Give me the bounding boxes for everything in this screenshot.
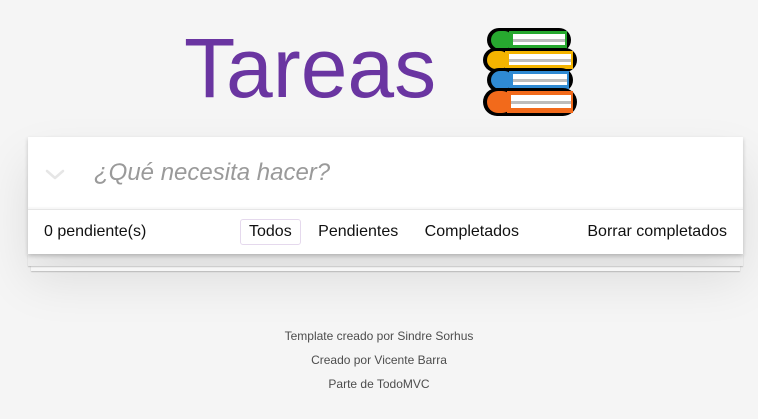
title-row: Tareas bbox=[0, 20, 758, 120]
todo-footer: 0 pendiente(s) Todos Pendientes Completa… bbox=[28, 210, 743, 254]
todo-count: 0 pendiente(s) bbox=[44, 223, 147, 240]
toggle-all-chevron-icon[interactable] bbox=[42, 161, 68, 187]
info-template-credit: Template creado por Sindre Sorhus bbox=[284, 329, 474, 343]
info-author-credit: Creado por Vicente Barra bbox=[311, 353, 447, 367]
filter-active[interactable]: Pendientes bbox=[309, 219, 407, 245]
filter-all[interactable]: Todos bbox=[240, 219, 301, 245]
books-icon bbox=[483, 28, 577, 116]
clear-completed-button[interactable]: Borrar completados bbox=[587, 223, 727, 241]
info-footer: Template creado por Sindre Sorhus Creado… bbox=[0, 324, 758, 396]
new-todo-input[interactable] bbox=[88, 137, 728, 209]
filters: Todos Pendientes Completados bbox=[240, 219, 532, 245]
filter-completed[interactable]: Completados bbox=[416, 219, 528, 245]
todo-header bbox=[28, 137, 743, 210]
todo-app: 0 pendiente(s) Todos Pendientes Completa… bbox=[28, 137, 743, 254]
info-todomvc-credit: Parte de TodoMVC bbox=[328, 377, 430, 391]
page-title: Tareas bbox=[184, 21, 437, 115]
